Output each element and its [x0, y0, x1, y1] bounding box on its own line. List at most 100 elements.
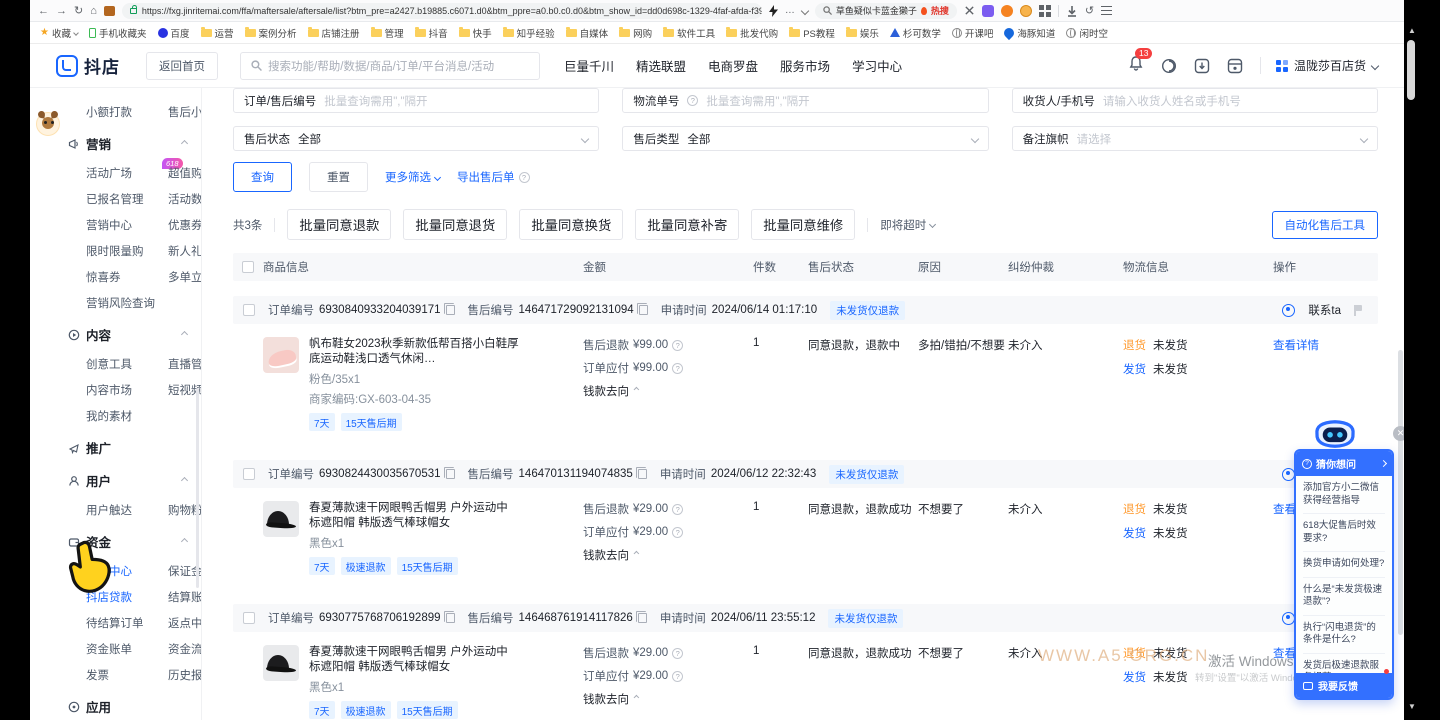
tiger-icon[interactable] — [1020, 5, 1032, 17]
notification-bell[interactable]: 13 — [1128, 55, 1144, 76]
workbench-download-icon[interactable] — [1194, 58, 1210, 74]
apps-grid-icon[interactable] — [1039, 5, 1051, 17]
batch-reship-button[interactable]: 批量同意补寄 — [635, 209, 739, 240]
sidebar-section-marketing[interactable]: 营销 — [68, 134, 201, 153]
money-flow-link[interactable]: 钱款去向 — [583, 691, 629, 707]
sidebar-item[interactable]: 超值购竞价 — [168, 165, 202, 181]
auto-aftersale-tool-button[interactable]: 自动化售后工具 — [1272, 211, 1379, 239]
bookmark-favorites[interactable]: ★收藏 — [40, 26, 78, 40]
quick-search[interactable]: 草鱼疑似卡蓝金獭子 热搜 — [815, 3, 957, 19]
chat-question[interactable]: 添加官方小二微信获得经营指导 — [1303, 476, 1385, 514]
bookmark-item[interactable]: 知乎经验 — [503, 26, 555, 40]
bookmark-item[interactable]: 运营 — [201, 26, 234, 40]
bookmark-item[interactable]: 软件工具 — [663, 26, 715, 40]
order-checkbox[interactable] — [243, 612, 255, 624]
remark-flag-select[interactable]: 备注旗帜 请选择 — [1012, 126, 1378, 151]
batch-repair-button[interactable]: 批量同意维修 — [751, 209, 855, 240]
bookmark-item[interactable]: 开课吧 — [952, 26, 994, 40]
sidebar-item[interactable]: 用户触达 — [86, 502, 168, 518]
flag-icon[interactable] — [1354, 305, 1364, 316]
nav-luopan[interactable]: 电商罗盘 — [708, 56, 758, 75]
bookmark-item[interactable]: 快手 — [459, 26, 492, 40]
batch-return-button[interactable]: 批量同意退货 — [403, 209, 507, 240]
app-logo[interactable]: 抖店 — [56, 53, 120, 78]
undo-icon[interactable]: ↺ — [1085, 4, 1094, 17]
bookmark-item[interactable]: 手机收藏夹 — [89, 26, 147, 40]
batch-exchange-button[interactable]: 批量同意换货 — [519, 209, 623, 240]
scissors-icon[interactable] — [964, 5, 975, 16]
bookmark-item[interactable]: PS教程 — [789, 26, 835, 40]
reset-button[interactable]: 重置 — [309, 162, 368, 192]
panel-icon[interactable] — [1227, 58, 1243, 74]
select-all-checkbox[interactable] — [242, 261, 254, 273]
sidebar-item[interactable]: 内容市场 — [86, 382, 168, 398]
contact-buyer-link[interactable]: 联系ta — [1308, 302, 1341, 318]
money-flow-link[interactable]: 钱款去向 — [583, 383, 629, 399]
order-no-input[interactable]: 订单/售后编号 批量查询需用","隔开 — [233, 88, 599, 113]
page-scrollbar[interactable] — [1398, 350, 1403, 635]
sidebar-item[interactable]: 多单立减NEW — [168, 269, 202, 285]
product-image[interactable] — [263, 645, 299, 681]
feedback-button[interactable]: 我要反馈 — [1296, 673, 1392, 698]
export-link[interactable]: 导出售后单? — [457, 169, 530, 185]
sidebar-item[interactable]: 优惠券 — [168, 217, 202, 233]
copy-icon[interactable] — [638, 469, 647, 479]
sidebar-item[interactable]: 直播管理NEW — [168, 356, 202, 372]
sidebar-item[interactable]: 结算账单 — [168, 589, 202, 605]
scroll-up-arrow[interactable]: ▲ — [1408, 26, 1416, 35]
chat-question[interactable]: 什么是“未发货极速退款”? — [1303, 578, 1385, 616]
product-image[interactable] — [263, 501, 299, 537]
extension-purple-icon[interactable] — [982, 5, 994, 17]
chevron-up-icon[interactable] — [181, 140, 188, 147]
sidebar-item[interactable]: 返点中心 — [168, 615, 202, 631]
timeout-filter[interactable]: 即将超时 — [880, 217, 935, 233]
bookmark-item[interactable]: 闲时空 — [1066, 26, 1108, 40]
chat-question[interactable]: 执行“闪电退货”的条件是什么? — [1303, 616, 1385, 654]
sidebar-item[interactable]: 历史报表 — [168, 667, 202, 683]
more-filters-link[interactable]: 更多筛选 — [385, 169, 440, 185]
download-icon[interactable] — [1066, 5, 1078, 17]
money-flow-link[interactable]: 钱款去向 — [583, 547, 629, 563]
store-selector[interactable]: 温陇莎百店货 — [1260, 57, 1378, 74]
copy-icon[interactable] — [446, 469, 455, 479]
address-bar[interactable]: https://fxg.jinritemai.com/ffa/maftersal… — [122, 3, 762, 19]
sidebar-item[interactable]: 待结算订单 — [86, 615, 168, 631]
copy-icon[interactable] — [639, 305, 648, 315]
nav-fuwu[interactable]: 服务市场 — [780, 56, 830, 75]
sidebar-item[interactable]: 活动广场618 — [86, 165, 168, 181]
chevron-up-icon[interactable] — [181, 331, 188, 338]
back-home-button[interactable]: 返回首页 — [146, 52, 218, 80]
product-title[interactable]: 帆布鞋女2023秋季新款低帮百搭小白鞋厚底运动鞋浅口透气休闲… — [309, 337, 519, 367]
sidebar-item[interactable]: 限时限量购 — [86, 243, 168, 259]
chat-question[interactable]: 发货后极速退款服务规范 — [1303, 654, 1385, 674]
forward-icon[interactable]: → — [56, 5, 67, 17]
nav-qianchuan[interactable]: 巨量千川 — [564, 56, 614, 75]
sidebar-item-xiaoedakuan[interactable]: 小额打款 — [86, 104, 168, 120]
chevron-down-icon[interactable] — [801, 6, 809, 14]
sidebar-item[interactable]: 活动数据 — [168, 191, 202, 207]
aftersale-status-select[interactable]: 售后状态 全部 — [233, 126, 599, 151]
robot-mascot-icon[interactable] — [1308, 416, 1362, 457]
chat-question[interactable]: 换货申请如何处理? — [1303, 552, 1385, 578]
bookmark-item[interactable]: 网购 — [619, 26, 652, 40]
bookmark-item[interactable]: 百度 — [158, 26, 190, 40]
nav-xuexi[interactable]: 学习中心 — [852, 56, 902, 75]
view-detail-link[interactable]: 查看详情 — [1273, 340, 1319, 352]
sidebar-item[interactable]: 我的素材 — [86, 408, 168, 424]
bookmark-item[interactable]: 店铺注册 — [308, 26, 360, 40]
sidebar-scrollbar[interactable] — [196, 388, 199, 588]
sidebar-section-apps[interactable]: 应用 — [68, 697, 201, 716]
lightning-icon[interactable] — [769, 5, 778, 17]
product-image[interactable] — [263, 337, 299, 373]
app-search-input[interactable]: 搜索功能/帮助/数据/商品/订单/平台消息/活动 — [240, 52, 540, 80]
sidebar-item-funds-bill[interactable]: 资金账单 — [86, 641, 168, 657]
aftersale-type-select[interactable]: 售后类型 全部 — [622, 126, 988, 151]
mascot-dog-icon[interactable] — [36, 112, 60, 136]
sidebar-item[interactable]: 惊喜券 — [86, 269, 168, 285]
copy-icon[interactable] — [446, 613, 455, 623]
sidebar-item-shouhou-helper[interactable]: 售后小助手 — [168, 104, 202, 120]
bookmark-item[interactable]: 管理 — [371, 26, 404, 40]
nav-jingxuan[interactable]: 精选联盟 — [636, 56, 686, 75]
copy-icon[interactable] — [638, 613, 647, 623]
bookmark-item[interactable]: 案例分析 — [245, 26, 297, 40]
